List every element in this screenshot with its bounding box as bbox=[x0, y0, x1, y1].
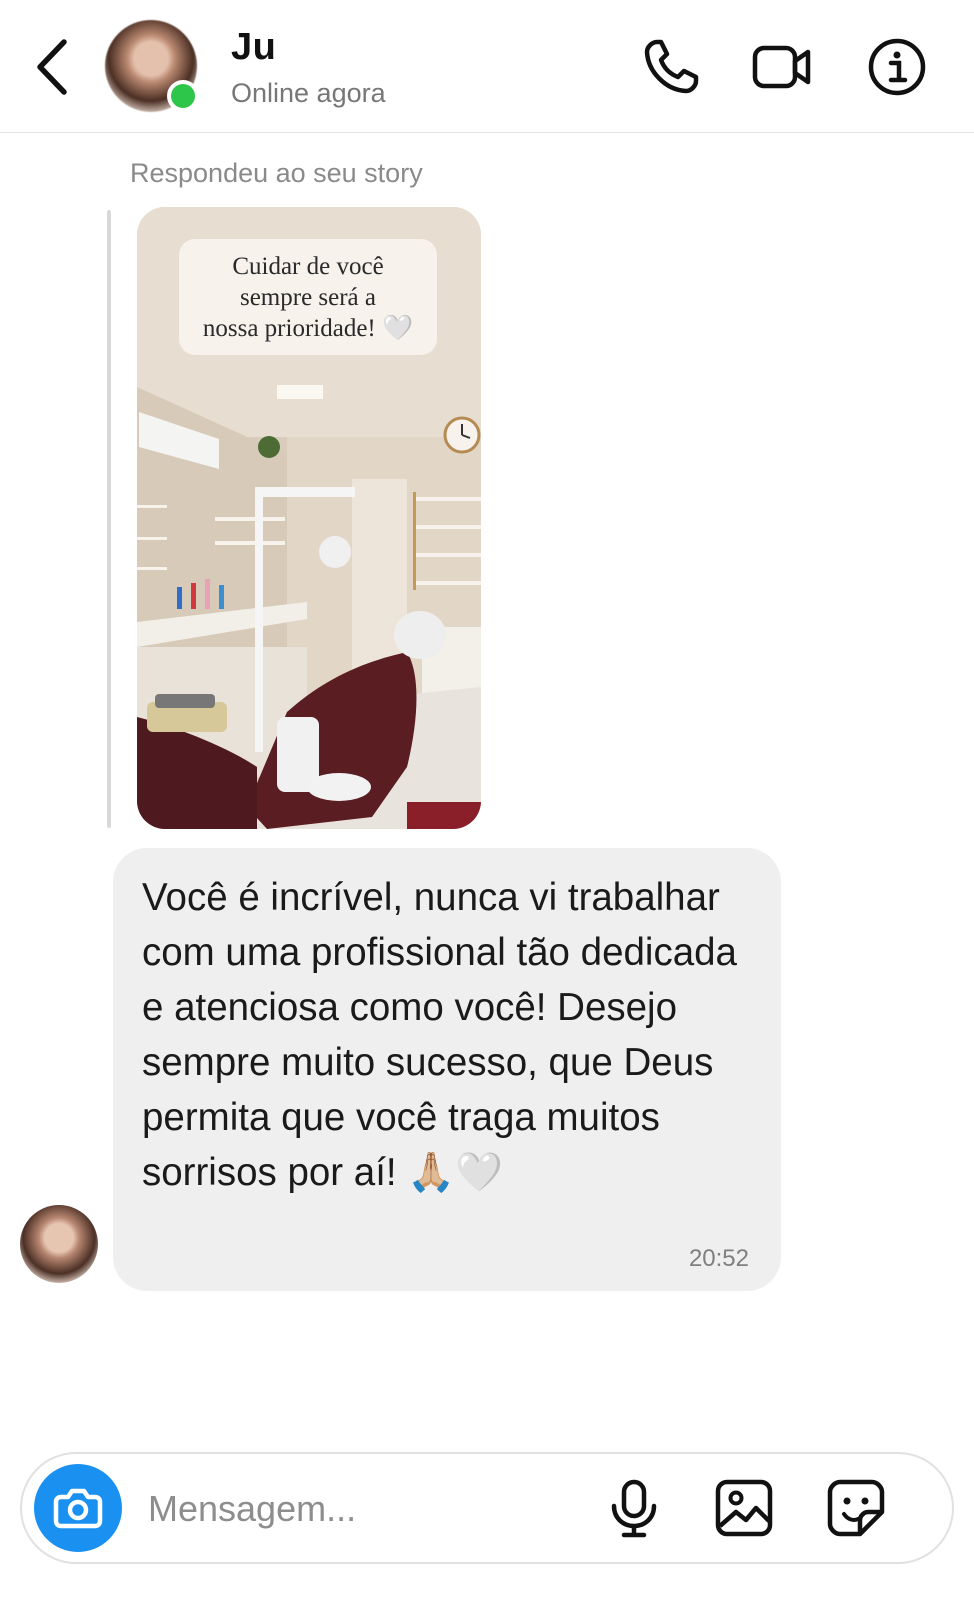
story-caption-line: Cuidar de você bbox=[232, 253, 384, 280]
contact-status: Online agora bbox=[231, 78, 386, 108]
contact-name[interactable]: Ju bbox=[231, 26, 276, 69]
story-caption-line: nossa prioridade! 🤍 bbox=[202, 315, 414, 342]
message-text: Você é incrível, nunca vi trabalhar com … bbox=[142, 876, 737, 1194]
story-preview[interactable]: Cuidar de você sempre será a nossa prior… bbox=[137, 207, 481, 829]
phone-icon[interactable] bbox=[640, 36, 702, 98]
message-composer bbox=[20, 1452, 954, 1564]
info-icon[interactable] bbox=[866, 36, 928, 98]
contact-avatar[interactable] bbox=[105, 20, 199, 112]
video-camera-icon[interactable] bbox=[751, 36, 813, 98]
message-input[interactable] bbox=[146, 1480, 590, 1538]
story-caption-line: sempre será a bbox=[239, 284, 377, 311]
message-timestamp: 20:52 bbox=[688, 1245, 749, 1272]
camera-button[interactable] bbox=[34, 1464, 122, 1552]
camera-icon bbox=[53, 1488, 103, 1529]
sender-avatar[interactable] bbox=[20, 1205, 98, 1283]
gallery-icon[interactable] bbox=[712, 1476, 776, 1540]
online-indicator bbox=[167, 80, 199, 112]
back-chevron-icon[interactable] bbox=[28, 34, 78, 100]
story-reply-label: Respondeu ao seu story bbox=[130, 158, 423, 188]
microphone-icon[interactable] bbox=[602, 1476, 666, 1540]
chat-header: Ju Online agora bbox=[0, 0, 974, 133]
message-bubble[interactable]: Você é incrível, nunca vi trabalhar com … bbox=[113, 848, 781, 1291]
sticker-icon[interactable] bbox=[824, 1476, 888, 1540]
story-caption: Cuidar de você sempre será a nossa prior… bbox=[179, 239, 437, 355]
reply-indicator-bar bbox=[107, 210, 111, 828]
